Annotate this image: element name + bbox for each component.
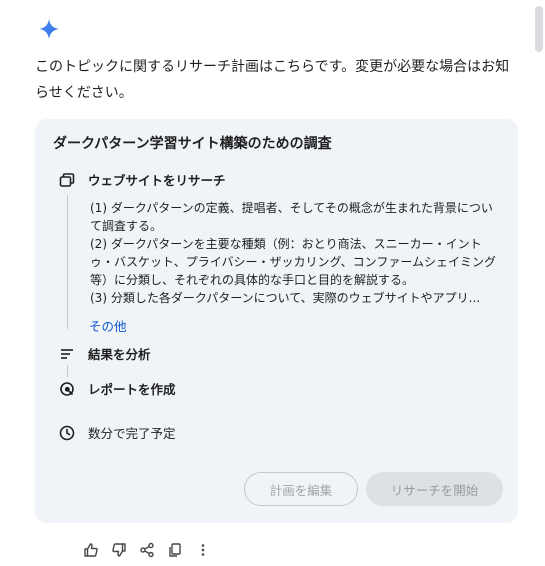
response-actions bbox=[82, 541, 222, 559]
eta-row: 数分で完了予定 bbox=[58, 423, 176, 442]
clock-icon bbox=[58, 424, 76, 442]
step-connector bbox=[67, 365, 68, 377]
analyze-lines-icon bbox=[58, 345, 76, 363]
step-connector bbox=[67, 195, 68, 329]
thumbs-down-icon[interactable] bbox=[110, 541, 128, 559]
step-label: ウェブサイトをリサーチ bbox=[88, 173, 226, 188]
detail-item: (3) 分類した各ダークパターンについて、実際のウェブサイトやアプリ... bbox=[90, 291, 481, 305]
research-plan-card: ダークパターン学習サイト構築のための調査 ウェブサイトをリサーチ (1) ダーク… bbox=[35, 119, 518, 523]
plan-title: ダークパターン学習サイト構築のための調査 bbox=[53, 136, 332, 152]
step-label: 結果を分析 bbox=[88, 347, 151, 362]
copy-icon[interactable] bbox=[166, 541, 184, 559]
detail-item: (1) ダークパターンの定義、提唱者、そしてその概念が生まれた背景について調査す… bbox=[90, 201, 493, 233]
step-label: レポートを作成 bbox=[88, 382, 176, 397]
intro-text: このトピックに関するリサーチ計画はこちらです。変更が必要な場合はお知らせください… bbox=[35, 59, 510, 101]
eta-label: 数分で完了予定 bbox=[88, 426, 176, 441]
step-details: (1) ダークパターンの定義、提唱者、そしてその概念が生まれた背景について調査す… bbox=[90, 199, 500, 307]
edit-plan-button[interactable]: 計画を編集 bbox=[244, 472, 358, 506]
step-research-websites: ウェブサイトをリサーチ bbox=[58, 170, 226, 189]
browser-tabs-icon bbox=[58, 171, 76, 189]
share-icon[interactable] bbox=[138, 541, 156, 559]
thumbs-up-icon[interactable] bbox=[82, 541, 100, 559]
report-search-icon bbox=[58, 380, 76, 398]
show-more-link[interactable]: その他 bbox=[89, 316, 127, 335]
more-vert-icon[interactable] bbox=[194, 541, 212, 559]
scrollbar[interactable] bbox=[535, 6, 543, 52]
detail-item: (2) ダークパターンを主要な種類（例：おとり商法、スニーカー・イントゥ・バスケ… bbox=[90, 237, 496, 287]
step-create-report: レポートを作成 bbox=[58, 379, 176, 398]
gemini-spark-icon bbox=[38, 18, 60, 40]
step-analyze-results: 結果を分析 bbox=[58, 344, 151, 363]
start-research-button[interactable]: リサーチを開始 bbox=[366, 472, 503, 506]
